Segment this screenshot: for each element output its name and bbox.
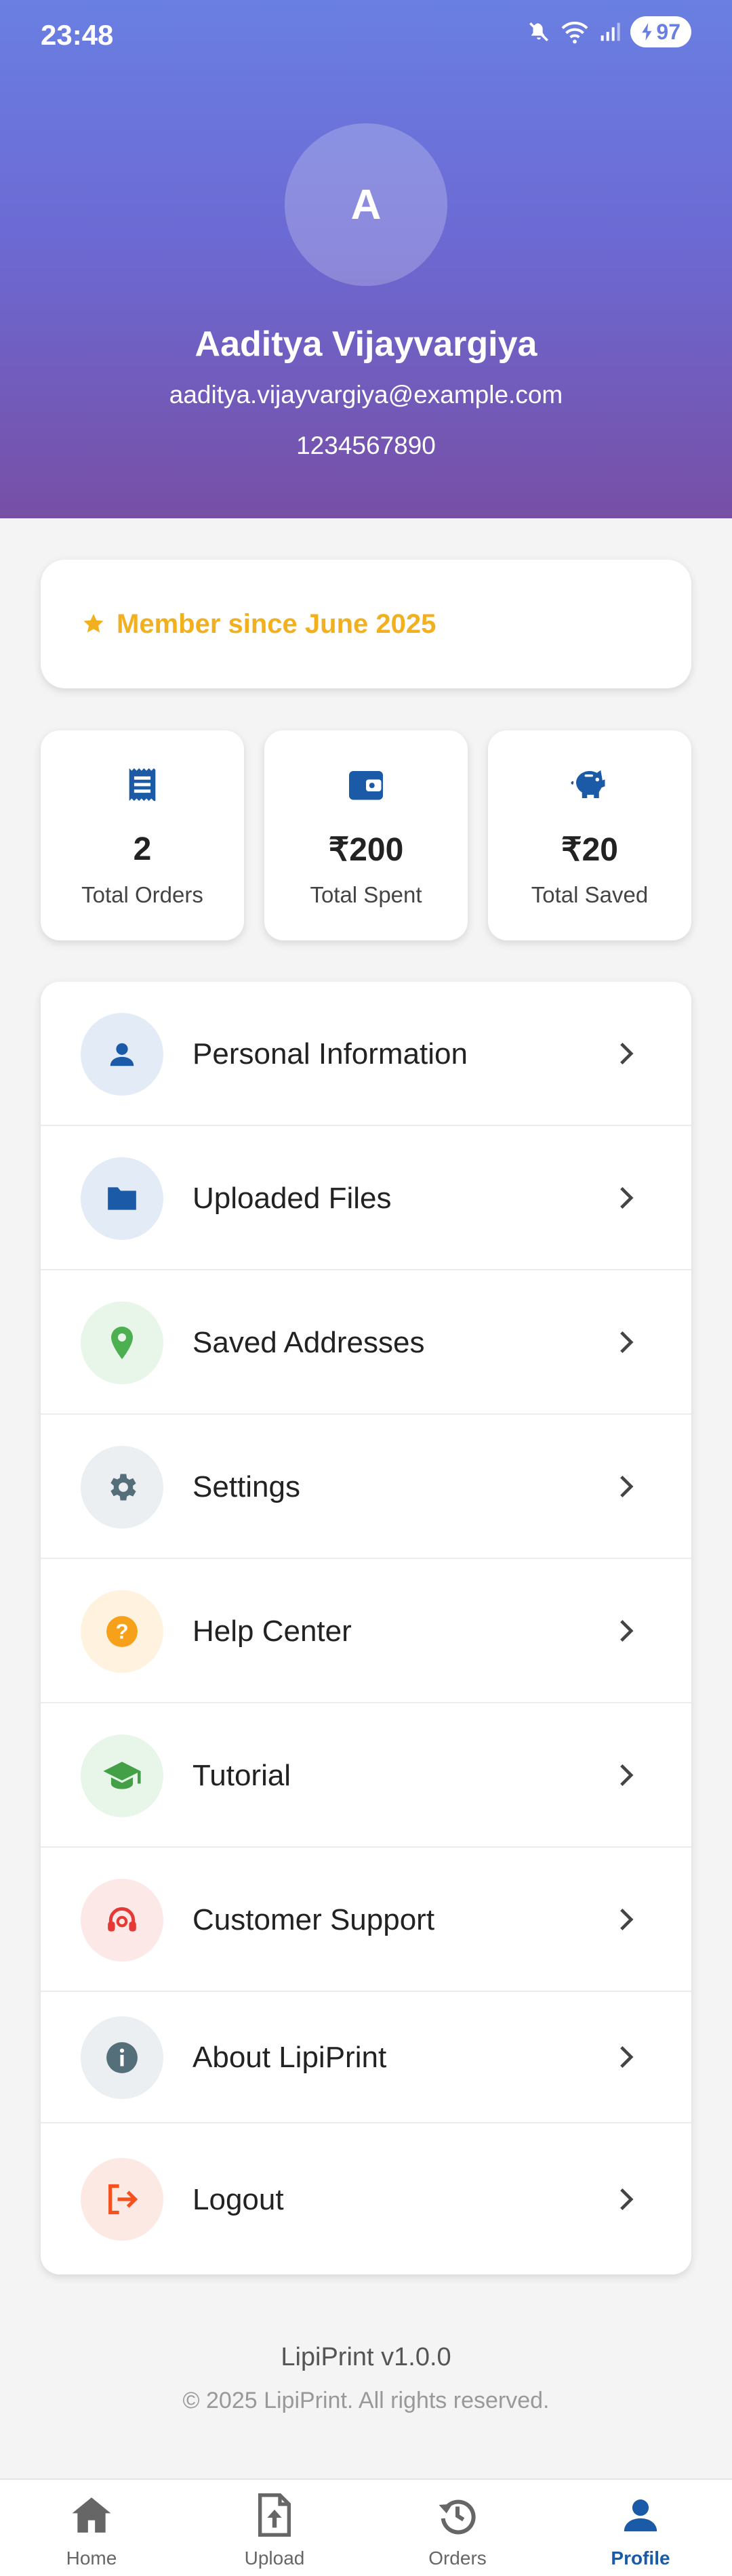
menu-item-label: About LipiPrint (192, 2041, 387, 2074)
menu-item-customer-support[interactable]: Customer Support (41, 1848, 691, 1992)
person-icon (619, 2493, 662, 2537)
chevron-right-icon (613, 1762, 640, 1789)
stat-card-spent[interactable]: ₹200 Total Spent (264, 730, 468, 940)
charging-icon (642, 23, 652, 41)
nav-label: Orders (428, 2548, 487, 2569)
status-bar: 23:48 97 (0, 0, 732, 70)
menu-item-label: Help Center (192, 1615, 352, 1648)
info-icon (81, 2016, 163, 2099)
menu-item-label: Customer Support (192, 1903, 435, 1936)
chevron-right-icon (613, 1040, 640, 1067)
piggy-bank-icon (569, 764, 610, 805)
stat-value: 2 (133, 831, 152, 867)
stat-value: ₹20 (561, 832, 618, 868)
stats-row: 2 Total Orders ₹200 Total Spent ₹20 Tota… (41, 730, 691, 940)
status-icons: 97 (527, 16, 691, 47)
receipt-icon (122, 764, 163, 805)
stat-label: Total Saved (531, 882, 649, 907)
nav-item-profile[interactable]: Profile (549, 2480, 732, 2576)
chevron-right-icon (613, 1329, 640, 1356)
membership-text: Member since June 2025 (117, 608, 436, 639)
avatar[interactable]: A (285, 123, 447, 286)
chevron-right-icon (613, 2186, 640, 2213)
nav-label: Upload (244, 2548, 305, 2569)
menu-item-label: Settings (192, 1470, 300, 1503)
home-icon (70, 2493, 113, 2537)
stat-label: Total Orders (81, 882, 203, 907)
mute-icon (529, 22, 549, 41)
history-icon (436, 2493, 479, 2537)
graduation-cap-icon (81, 1734, 163, 1817)
app-version: LipiPrint v1.0.0 (281, 2343, 451, 2371)
menu-item-saved-addresses[interactable]: Saved Addresses (41, 1270, 691, 1415)
user-phone: 1234567890 (296, 432, 436, 459)
chevron-right-icon (613, 1184, 640, 1211)
user-name: Aaditya Vijayvargiya (195, 325, 537, 364)
menu-item-personal-information[interactable]: Personal Information (41, 982, 691, 1126)
membership-card: Member since June 2025 (41, 560, 691, 688)
location-pin-icon (81, 1302, 163, 1384)
chevron-right-icon (613, 2043, 640, 2071)
svg-text:?: ? (115, 1619, 128, 1643)
menu-item-help-center[interactable]: ? Help Center (41, 1559, 691, 1703)
copyright-text: © 2025 LipiPrint. All rights reserved. (182, 2388, 550, 2413)
stat-value: ₹200 (328, 832, 404, 868)
nav-label: Profile (611, 2548, 670, 2569)
stat-label: Total Spent (310, 882, 422, 907)
chevron-right-icon (613, 1617, 640, 1644)
star-icon (83, 614, 104, 633)
stat-card-orders[interactable]: 2 Total Orders (41, 730, 244, 940)
nav-label: Home (66, 2548, 117, 2569)
menu-item-label: Personal Information (192, 1037, 468, 1071)
status-time: 23:48 (41, 19, 114, 51)
menu-item-label: Tutorial (192, 1759, 291, 1792)
signal-icon (601, 22, 621, 41)
nav-item-orders[interactable]: Orders (366, 2480, 549, 2576)
wallet-icon (346, 764, 386, 805)
gear-icon (81, 1446, 163, 1529)
help-icon: ? (81, 1590, 163, 1673)
nav-item-home[interactable]: Home (0, 2480, 183, 2576)
profile-menu: Personal Information Uploaded Files Save… (41, 982, 691, 2274)
person-icon (81, 1013, 163, 1096)
menu-item-label: Logout (192, 2183, 284, 2216)
menu-item-uploaded-files[interactable]: Uploaded Files (41, 1126, 691, 1270)
chevron-right-icon (613, 1906, 640, 1933)
menu-item-tutorial[interactable]: Tutorial (41, 1703, 691, 1848)
profile-header: 23:48 97 A Aaditya Vijayvargiya aaditya.… (0, 0, 732, 518)
logout-icon (81, 2158, 163, 2241)
chevron-right-icon (613, 1473, 640, 1500)
user-email: aaditya.vijayvargiya@example.com (169, 381, 563, 409)
menu-item-label: Saved Addresses (192, 1326, 425, 1359)
upload-file-icon (253, 2493, 296, 2537)
menu-item-settings[interactable]: Settings (41, 1415, 691, 1559)
menu-item-about-lipiprint[interactable]: About LipiPrint (41, 1992, 691, 2123)
battery-indicator: 97 (630, 16, 691, 47)
nav-item-upload[interactable]: Upload (183, 2480, 366, 2576)
wifi-icon (561, 22, 588, 44)
bottom-navigation: Home Upload Orders Profile (0, 2478, 732, 2576)
folder-icon (81, 1157, 163, 1240)
menu-item-logout[interactable]: Logout (41, 2123, 691, 2274)
headset-icon (81, 1879, 163, 1961)
stat-card-saved[interactable]: ₹20 Total Saved (488, 730, 691, 940)
menu-item-label: Uploaded Files (192, 1182, 392, 1215)
battery-level: 97 (656, 19, 680, 44)
